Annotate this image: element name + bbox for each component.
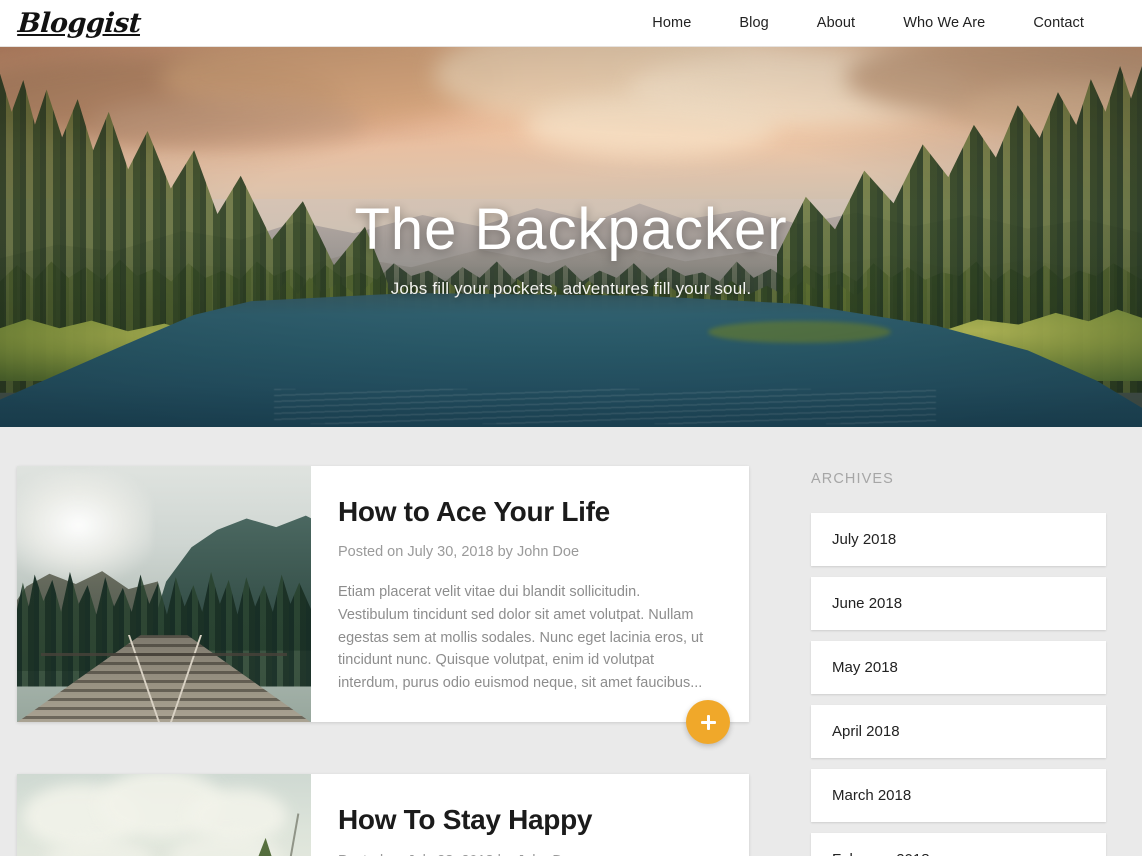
hero-title: The Backpacker xyxy=(354,197,788,262)
site-header: Bloggist Home Blog About Who We Are Cont… xyxy=(0,0,1142,47)
nav-item-blog[interactable]: Blog xyxy=(739,15,768,31)
bridge-beam xyxy=(40,652,288,656)
add-post-button[interactable] xyxy=(686,700,730,745)
archive-item-july-2018[interactable]: July 2018 xyxy=(811,513,1106,566)
post-body: How To Stay Happy Posted on July 28, 201… xyxy=(311,774,749,856)
main-navigation: Home Blog About Who We Are Contact xyxy=(652,15,1084,31)
archive-item-june-2018[interactable]: June 2018 xyxy=(811,577,1106,630)
post-list: How to Ace Your Life Posted on July 30, … xyxy=(17,466,749,856)
archives-heading: ARCHIVES xyxy=(811,471,894,487)
post-title[interactable]: How to Ace Your Life xyxy=(338,496,713,527)
smoke-plume-icon xyxy=(17,471,153,584)
site-logo[interactable]: Bloggist xyxy=(17,8,142,39)
plus-icon xyxy=(700,714,716,730)
archive-item-april-2018[interactable]: April 2018 xyxy=(811,705,1106,758)
hero-tagline: Jobs fill your pockets, adventures fill … xyxy=(390,278,752,298)
hero-text-block: The Backpacker Jobs fill your pockets, a… xyxy=(0,197,1142,299)
archive-item-may-2018[interactable]: May 2018 xyxy=(811,641,1106,694)
post-title[interactable]: How To Stay Happy xyxy=(338,804,713,835)
archive-item-february-2018[interactable]: February 2018 xyxy=(811,833,1106,856)
post-thumbnail[interactable] xyxy=(17,774,311,856)
post-card[interactable]: How to Ace Your Life Posted on July 30, … xyxy=(17,466,749,745)
hero-banner: The Backpacker Jobs fill your pockets, a… xyxy=(0,47,1142,427)
post-body: How to Ace Your Life Posted on July 30, … xyxy=(311,466,749,722)
sidebar: ARCHIVES July 2018 June 2018 May 2018 Ap… xyxy=(749,466,1106,856)
archive-item-march-2018[interactable]: March 2018 xyxy=(811,769,1106,822)
nav-item-contact[interactable]: Contact xyxy=(1033,15,1084,31)
nav-item-about[interactable]: About xyxy=(817,15,855,31)
nav-item-home[interactable]: Home xyxy=(652,15,691,31)
post-card[interactable]: How To Stay Happy Posted on July 28, 201… xyxy=(17,774,749,856)
post-excerpt: Etiam placerat velit vitae dui blandit s… xyxy=(338,584,704,691)
nav-item-who-we-are[interactable]: Who We Are xyxy=(903,15,985,31)
post-thumbnail[interactable] xyxy=(17,466,311,723)
content-area: How to Ace Your Life Posted on July 30, … xyxy=(0,427,1142,856)
post-meta: Posted on July 30, 2018 by John Doe xyxy=(338,544,580,561)
